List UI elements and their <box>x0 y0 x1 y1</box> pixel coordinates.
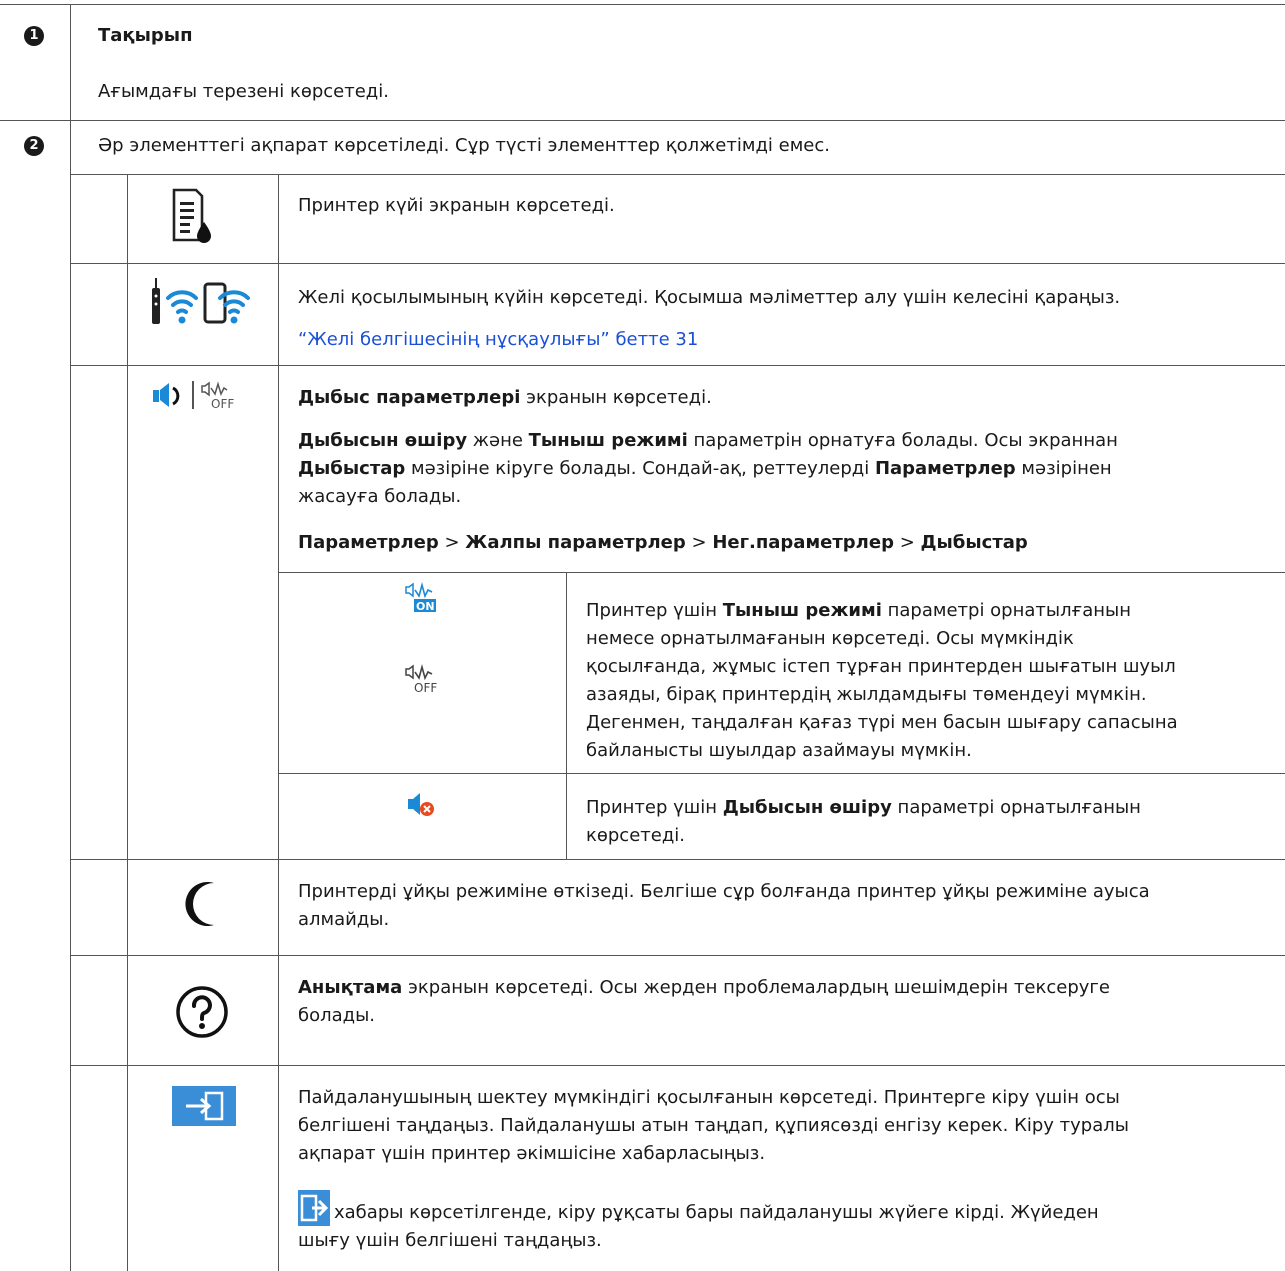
help-label: Анықтама <box>298 977 403 998</box>
quiet-line-1-a: Принтер үшін <box>586 600 723 621</box>
network-guide-link[interactable]: “Желі белгішесінің нұсқаулығы” бетте 31 <box>298 326 698 354</box>
document-page: 1 Тақырып Ағымдағы терезені көрсетеді. 2… <box>0 0 1285 1271</box>
settings-path: Параметрлер > Жалпы параметрлер > Нег.па… <box>298 529 1028 557</box>
speaker-off-badge: OFF <box>211 397 234 411</box>
sub-table-top <box>278 572 1285 573</box>
row-divider-help <box>70 1065 1285 1066</box>
row-divider-1 <box>0 120 1285 121</box>
quiet-mode-label-2: Тыныш режимі <box>722 600 882 621</box>
printer-status-text: Принтер күйі экранын көрсетеді. <box>298 195 615 216</box>
row-number-2: 2 <box>24 136 44 156</box>
login-line-4: хабары көрсетілгенде, кіру рұқсаты бары … <box>334 1202 1099 1223</box>
path-sep-1: > <box>438 532 466 553</box>
quiet-off-text: OFF <box>414 681 437 695</box>
table-border-top <box>0 4 1285 5</box>
help-line-1: Анықтама экранын көрсетеді. Осы жерден п… <box>298 974 1110 1002</box>
settings-label: Параметрлер <box>874 458 1016 479</box>
quiet-line-2: немесе орнатылмағанын көрсетеді. Осы мүм… <box>586 628 1074 649</box>
mute-line-1-b: параметрі орнатылғанын <box>891 797 1141 818</box>
path-item-2: Жалпы параметрлер <box>465 532 686 553</box>
path-item-3: Нег.параметрлер <box>712 532 894 553</box>
col-divider-inner-left <box>127 174 128 1271</box>
col-divider-badge <box>70 4 71 1271</box>
title-heading: Тақырып <box>98 25 193 46</box>
quiet-on-text: ON <box>416 600 435 613</box>
path-sep-3: > <box>893 532 921 553</box>
sound-settings-label: Дыбыс параметрлері <box>298 387 521 408</box>
row-divider-sleep <box>70 955 1285 956</box>
row-divider-network <box>70 365 1285 366</box>
login-line-1: Пайдаланушының шектеу мүмкіндігі қосылға… <box>298 1087 1120 1108</box>
path-sep-2: > <box>685 532 713 553</box>
sleep-line-2: алмайды. <box>298 909 390 930</box>
login-icon <box>172 1086 236 1131</box>
moon-icon <box>182 879 222 934</box>
speaker-icon: OFF <box>151 378 251 417</box>
help-line-2: болады. <box>298 1005 376 1026</box>
printer-status-icon <box>166 186 214 253</box>
quiet-mode-on-icon: ON <box>404 581 438 619</box>
sleep-line-1: Принтерді ұйқы режиміне өткізеді. Белгіш… <box>298 881 1150 902</box>
mute-line-2: көрсетеді. <box>586 825 686 846</box>
mute-line-1-a: Принтер үшін <box>586 797 723 818</box>
row-number-1: 1 <box>24 26 44 46</box>
sound-line-3-a: мәзіріне кіруге болады. Сондай-ақ, ретте… <box>405 458 875 479</box>
wifi-icon <box>150 272 260 337</box>
sound-line-1-text: экранын көрсетеді. <box>520 387 712 408</box>
network-text: Желі қосылымының күйін көрсетеді. Қосымш… <box>298 287 1121 308</box>
col-divider-icon <box>278 174 279 1271</box>
row-divider-sound <box>70 859 1285 860</box>
help-icon <box>174 984 230 1045</box>
help-line-1-text: экранын көрсетеді. Осы жерден проблемала… <box>402 977 1110 998</box>
quiet-line-4: азаяды, бірақ принтердің жылдамдығы төме… <box>586 684 1147 705</box>
mute-icon <box>407 792 437 823</box>
sound-line-2-a: және <box>467 430 529 451</box>
mute-line-1: Принтер үшін Дыбысын өшіру параметрі орн… <box>586 794 1141 822</box>
path-item-4: Дыбыстар <box>920 532 1028 553</box>
path-item-1: Параметрлер <box>298 532 439 553</box>
quiet-mode-label: Тыныш режимі <box>528 430 688 451</box>
mute-label: Дыбысын өшіру <box>298 430 468 451</box>
sub-col-divider <box>566 572 567 859</box>
row-divider-intro <box>70 174 1285 175</box>
sound-line-3-b: мәзірінен <box>1015 458 1112 479</box>
row-divider-printer <box>70 263 1285 264</box>
sound-line-1: Дыбыс параметрлері экранын көрсетеді. <box>298 384 712 412</box>
quiet-mode-off-icon: OFF <box>404 663 438 701</box>
quiet-line-5: Дегенмен, таңдалған қағаз түрі мен басын… <box>586 712 1178 733</box>
elements-intro: Әр элементтегі ақпарат көрсетіледі. Сұр … <box>98 135 830 156</box>
quiet-line-6: байланысты шуылдар азаймауы мүмкін. <box>586 740 972 761</box>
sound-line-2-b: параметрін орнатуға болады. Осы экраннан <box>687 430 1118 451</box>
logout-icon <box>298 1190 330 1231</box>
sounds-label: Дыбыстар <box>298 458 406 479</box>
quiet-line-3: қосылғанда, жұмыс істеп тұрған принтерде… <box>586 656 1176 677</box>
quiet-line-1-b: параметрі орнатылғанын <box>881 600 1132 621</box>
login-line-5: шығу үшін белгішені таңдаңыз. <box>298 1230 602 1251</box>
login-line-2: белгішені таңдаңыз. Пайдаланушы атын таң… <box>298 1115 1129 1136</box>
sub-table-divider <box>278 773 1285 774</box>
title-description: Ағымдағы терезені көрсетеді. <box>98 81 389 102</box>
sound-line-2: Дыбысын өшіру және Тыныш режимі параметр… <box>298 427 1118 455</box>
quiet-line-1: Принтер үшін Тыныш режимі параметрі орна… <box>586 597 1131 625</box>
login-line-3: ақпарат үшін принтер әкімшісіне хабарлас… <box>298 1143 766 1164</box>
sound-line-4: жасауға болады. <box>298 486 462 507</box>
sound-line-3: Дыбыстар мәзіріне кіруге болады. Сондай-… <box>298 455 1112 483</box>
mute-label-2: Дыбысын өшіру <box>722 797 892 818</box>
